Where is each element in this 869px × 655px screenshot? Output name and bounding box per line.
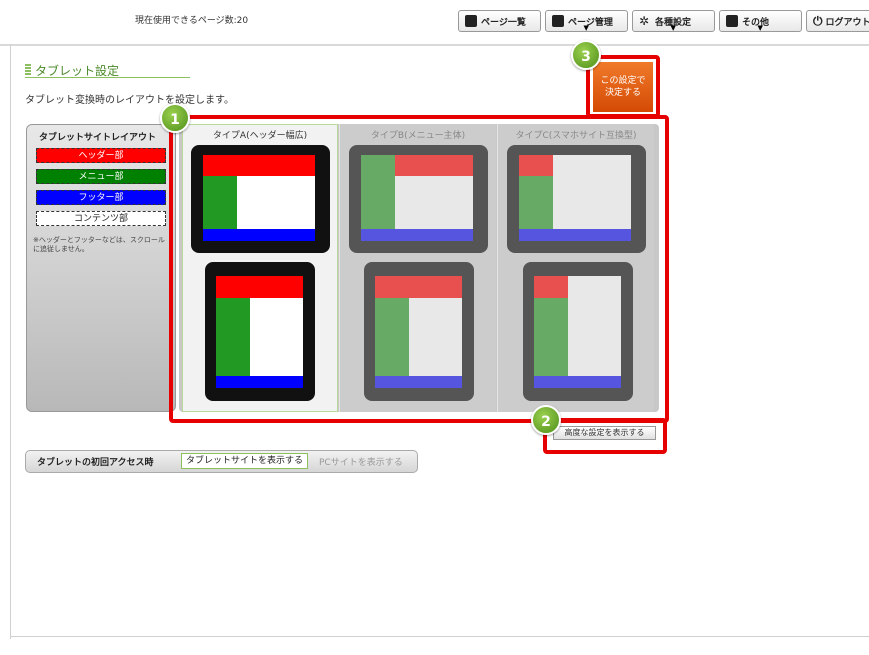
annotation-box-1 xyxy=(169,115,669,423)
legend-panel xyxy=(26,124,176,412)
decide-label-line1: この設定で xyxy=(600,76,646,86)
settings-gear-icon: ✲ xyxy=(639,14,650,28)
page-list-label: ページ一覧 xyxy=(481,17,526,28)
other-button[interactable]: その他 ▼ xyxy=(719,10,802,32)
legend-item-footer: フッター部 xyxy=(36,190,166,205)
page-manage-label: ページ管理 xyxy=(568,17,613,28)
decide-button[interactable]: この設定で 決定する xyxy=(593,62,653,112)
chevron-down-icon: ▼ xyxy=(670,24,676,32)
content-bottom-border xyxy=(10,636,869,637)
badge-2: 2 xyxy=(531,405,561,435)
legend-note: ※ヘッダーとフッターなどは、スクロールに追従しません。 xyxy=(33,236,165,253)
chevron-down-icon: ▼ xyxy=(583,24,589,32)
option-show-tablet-site[interactable]: タブレットサイトを表示する xyxy=(181,453,309,469)
section-title-underline xyxy=(25,77,190,78)
page-list-button[interactable]: ページ一覧 xyxy=(458,10,541,32)
page-list-icon xyxy=(465,15,477,27)
advanced-settings-button[interactable]: 高度な設定を表示する xyxy=(553,426,656,440)
legend-item-menu: メニュー部 xyxy=(36,169,166,184)
badge-1: 1 xyxy=(160,103,190,133)
option-show-pc-site[interactable]: PCサイトを表示する xyxy=(319,455,403,468)
page-manage-button[interactable]: ページ管理 ▼ xyxy=(545,10,628,32)
chevron-down-icon: ▼ xyxy=(757,24,763,32)
first-access-label: タブレットの初回アクセス時 xyxy=(37,458,154,468)
settings-button[interactable]: ✲ 各種設定 ▼ xyxy=(632,10,715,32)
section-title-text: タブレット設定 xyxy=(35,64,120,78)
power-icon: ⏻ xyxy=(813,13,823,28)
section-description: タブレット変換時のレイアウトを設定します。 xyxy=(25,95,234,106)
legend-title: タブレットサイトレイアウト xyxy=(39,133,157,143)
page-manage-icon xyxy=(552,15,564,27)
other-icon xyxy=(726,15,738,27)
content-left-border xyxy=(10,44,11,639)
legend-item-header: ヘッダー部 xyxy=(36,148,166,163)
logout-label: ログアウト xyxy=(825,17,869,28)
legend-item-contents: コンテンツ部 xyxy=(36,211,166,226)
page-count-text: 現在使用できるページ数:20 xyxy=(135,16,249,26)
other-label: その他 xyxy=(742,17,770,28)
decide-label-line2: 決定する xyxy=(604,88,641,98)
logout-button[interactable]: ⏻ ログアウト xyxy=(806,10,869,32)
badge-3: 3 xyxy=(571,40,601,70)
section-title-marker-icon xyxy=(25,64,31,76)
